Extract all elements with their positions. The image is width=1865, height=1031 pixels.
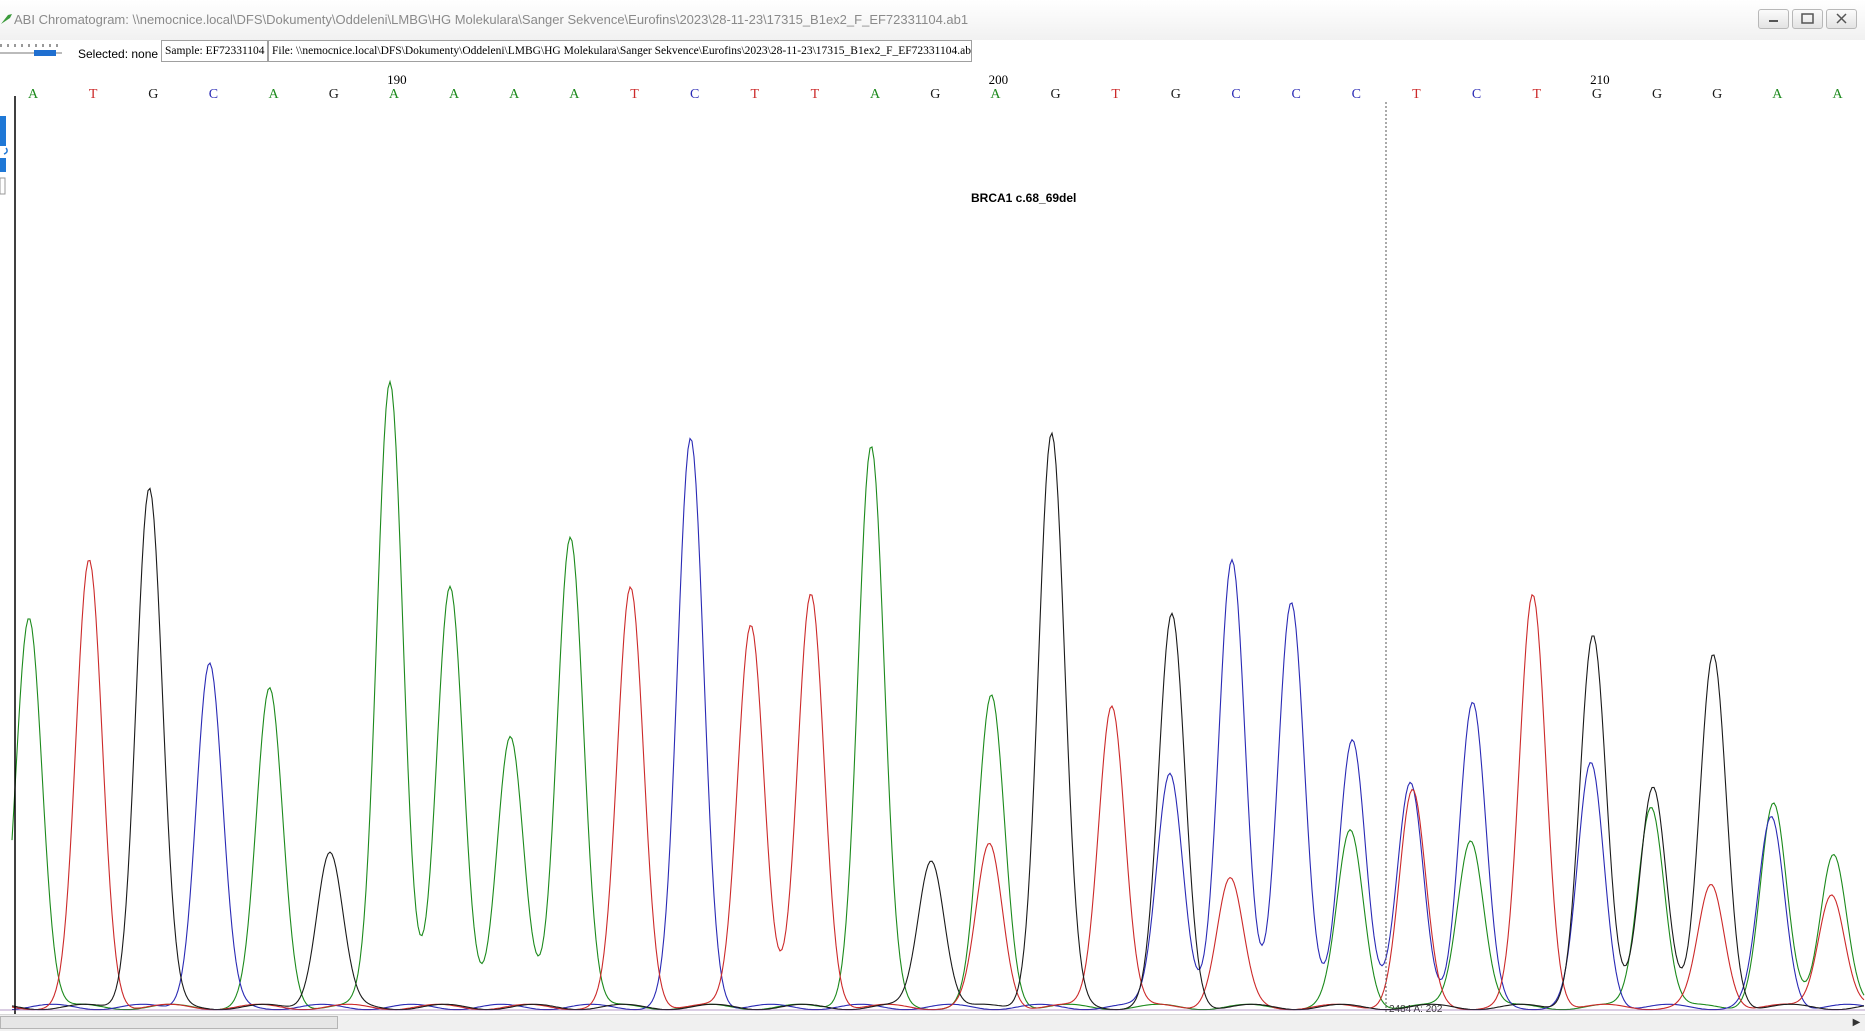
base-call[interactable]: G xyxy=(930,87,940,102)
base-call[interactable]: A xyxy=(389,87,400,102)
base-call[interactable]: T xyxy=(630,87,639,102)
restore-icon xyxy=(1801,13,1814,24)
selection-status: Selected: none xyxy=(78,47,159,61)
position-label: 190 xyxy=(387,72,407,87)
sample-field: Sample: EF72331104 xyxy=(161,40,268,62)
minimize-icon xyxy=(1769,20,1778,22)
base-call[interactable]: G xyxy=(1652,87,1662,102)
trace-C xyxy=(11,437,1865,1011)
base-call[interactable]: C xyxy=(1472,87,1481,102)
base-call[interactable]: T xyxy=(89,87,98,102)
scroll-right-arrow-icon[interactable]: ▶ xyxy=(1848,1015,1865,1031)
close-icon xyxy=(1836,13,1847,24)
file-path-field: File: \\nemocnice.local\DFS\Dokumenty\Od… xyxy=(268,40,972,62)
base-call[interactable]: C xyxy=(209,87,218,102)
base-call[interactable]: A xyxy=(269,87,280,102)
base-call[interactable]: G xyxy=(329,87,339,102)
horizontal-scrollbar[interactable]: ▶ xyxy=(0,1014,1865,1031)
base-call[interactable]: A xyxy=(509,87,520,102)
base-call[interactable]: C xyxy=(1231,87,1240,102)
app-icon xyxy=(1,14,12,24)
base-call[interactable]: T xyxy=(751,87,760,102)
base-call[interactable]: T xyxy=(1412,87,1421,102)
minimize-button[interactable] xyxy=(1758,9,1789,29)
base-call[interactable]: T xyxy=(811,87,820,102)
base-call[interactable]: A xyxy=(1772,87,1783,102)
base-call[interactable]: A xyxy=(1832,87,1843,102)
base-call[interactable]: T xyxy=(1532,87,1541,102)
base-call[interactable]: G xyxy=(1050,87,1060,102)
base-call[interactable]: T xyxy=(1111,87,1120,102)
close-button[interactable] xyxy=(1826,9,1857,29)
zoom-slider[interactable] xyxy=(0,41,62,63)
window-title: ABI Chromatogram: \\nemocnice.local\DFS\… xyxy=(14,12,969,27)
scroll-thumb[interactable] xyxy=(0,1016,338,1029)
base-call[interactable]: A xyxy=(569,87,580,102)
base-call[interactable]: A xyxy=(28,87,39,102)
base-call[interactable]: G xyxy=(1171,87,1181,102)
base-call[interactable]: C xyxy=(690,87,699,102)
trace-G xyxy=(11,431,1865,1011)
base-call[interactable]: G xyxy=(1712,87,1722,102)
trace-T xyxy=(11,559,1865,1011)
base-call[interactable]: A xyxy=(870,87,881,102)
base-call[interactable]: A xyxy=(990,87,1001,102)
position-label: 210 xyxy=(1590,72,1610,87)
variant-annotation: BRCA1 c.68_69del xyxy=(971,191,1076,205)
base-call[interactable]: A xyxy=(449,87,460,102)
cursor-readout: 2484 A: 202 xyxy=(1389,1004,1443,1014)
title-bar: ABI Chromatogram: \\nemocnice.local\DFS\… xyxy=(0,0,1865,41)
trace-A xyxy=(11,379,1865,1011)
base-call[interactable]: C xyxy=(1291,87,1300,102)
base-call[interactable]: C xyxy=(1352,87,1361,102)
base-call[interactable]: G xyxy=(1592,87,1602,102)
base-call[interactable]: G xyxy=(148,87,158,102)
restore-button[interactable] xyxy=(1792,9,1823,29)
toolbar: Selected: none Sample: EF72331104 File: … xyxy=(0,40,1865,66)
chromatogram[interactable]: 190 200 210 A T G C A G A A A A T C T T A G A G T G C C C T C T G G G A… xyxy=(0,66,1865,1014)
position-label: 200 xyxy=(989,72,1009,87)
